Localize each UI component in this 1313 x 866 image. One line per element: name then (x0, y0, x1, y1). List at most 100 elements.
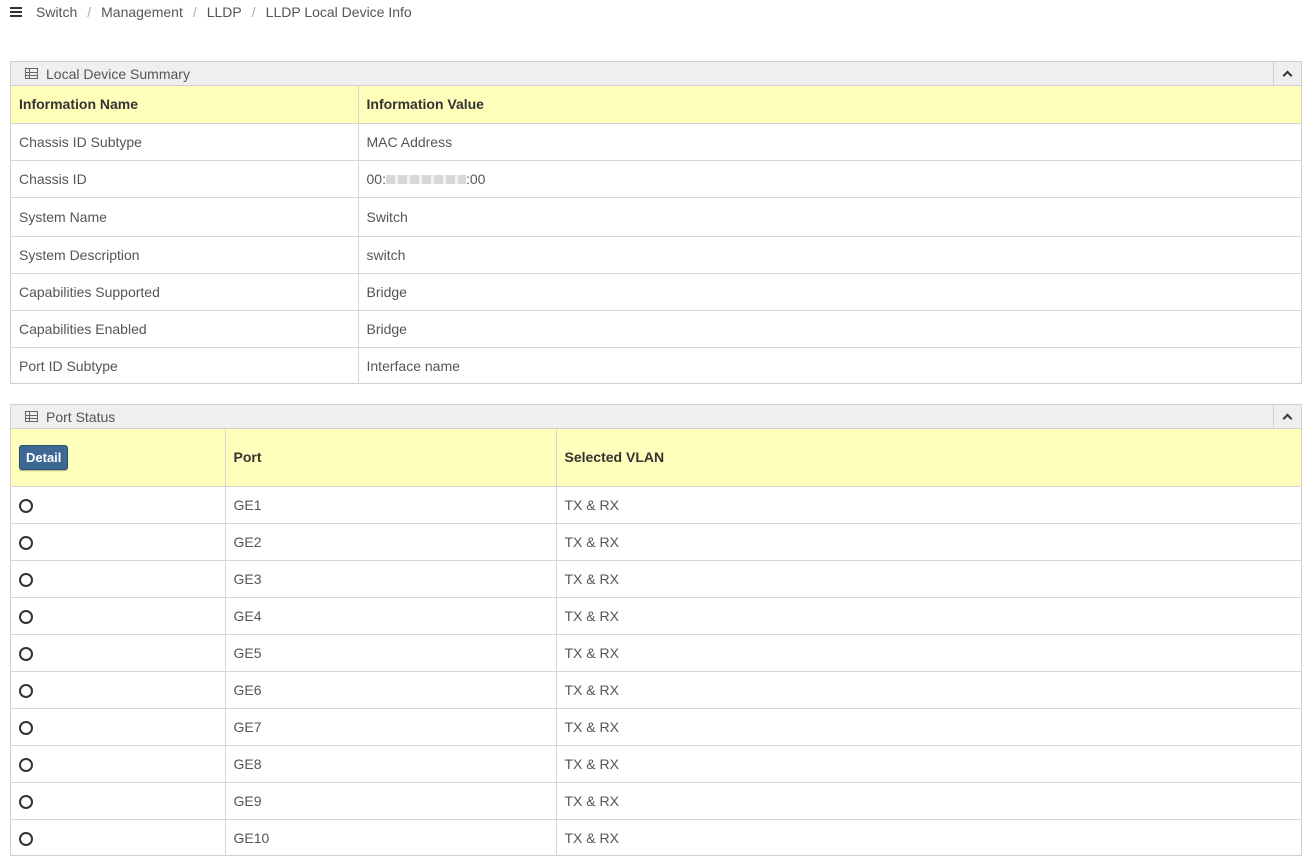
selected-vlan: TX & RX (556, 782, 1301, 820)
info-name: System Description (11, 236, 359, 274)
table-row: Capabilities Supported Bridge (11, 273, 1301, 311)
table-icon (25, 411, 38, 422)
select-cell (11, 597, 226, 635)
selected-vlan: TX & RX (556, 708, 1301, 746)
select-cell (11, 523, 226, 561)
port-radio[interactable] (19, 609, 33, 624)
selected-vlan: TX & RX (556, 523, 1301, 561)
select-cell (11, 671, 226, 709)
info-value: Interface name (366, 357, 460, 374)
info-name: System Name (11, 197, 359, 237)
table-row: Chassis ID 00: :00 (11, 160, 1301, 198)
breadcrumb-item-switch[interactable]: Switch (36, 4, 77, 20)
selected-vlan: TX & RX (556, 671, 1301, 709)
select-cell (11, 708, 226, 746)
port-name: GE6 (225, 671, 557, 709)
summary-table: Information Name Information Value Chass… (11, 86, 1301, 384)
chevron-up-icon (1282, 413, 1293, 424)
local-device-summary-panel: Local Device Summary Information Name In… (10, 61, 1302, 384)
port-name: GE10 (225, 819, 557, 856)
table-row: Capabilities Enabled Bridge (11, 310, 1301, 348)
collapse-button[interactable] (1273, 405, 1301, 428)
table-row: System Name Switch (11, 197, 1301, 237)
table-row: GE2 TX & RX (11, 523, 1301, 561)
table-row: GE4 TX & RX (11, 597, 1301, 635)
info-name: Chassis ID Subtype (11, 123, 359, 161)
port-radio[interactable] (19, 498, 33, 513)
breadcrumb-separator: / (251, 4, 256, 20)
table-row: GE7 TX & RX (11, 708, 1301, 746)
column-header-information-name: Information Name (11, 86, 359, 124)
port-radio[interactable] (19, 535, 33, 550)
table-row: GE6 TX & RX (11, 671, 1301, 709)
column-header-port: Port (225, 429, 557, 487)
info-name: Capabilities Enabled (11, 310, 359, 348)
port-radio[interactable] (19, 794, 33, 809)
table-row: Chassis ID Subtype MAC Address (11, 123, 1301, 161)
selected-vlan: TX & RX (556, 560, 1301, 598)
chevron-up-icon (1282, 70, 1293, 81)
info-name: Port ID Subtype (11, 347, 359, 384)
detail-column-header: Detail (11, 429, 226, 487)
table-row: GE9 TX & RX (11, 782, 1301, 820)
port-radio[interactable] (19, 831, 33, 846)
selected-vlan: TX & RX (556, 486, 1301, 524)
breadcrumb-separator: / (87, 4, 92, 20)
breadcrumb-item-lldp[interactable]: LLDP (207, 4, 242, 20)
table-row: GE1 TX & RX (11, 486, 1301, 524)
port-name: GE7 (225, 708, 557, 746)
breadcrumb-separator: / (192, 4, 197, 20)
port-status-table: Detail Port Selected VLAN GE1 TX & RX GE… (11, 429, 1301, 856)
port-name: GE1 (225, 486, 557, 524)
port-name: GE5 (225, 634, 557, 672)
redacted-value (385, 175, 466, 185)
select-cell (11, 819, 226, 856)
chassis-id-suffix: :00 (465, 170, 486, 187)
select-cell (11, 745, 226, 783)
detail-button[interactable]: Detail (19, 444, 69, 470)
table-row: Port ID Subtype Interface name (11, 347, 1301, 384)
selected-vlan: TX & RX (556, 634, 1301, 672)
table-row: GE5 TX & RX (11, 634, 1301, 672)
collapse-button[interactable] (1273, 62, 1301, 85)
selected-vlan: TX & RX (556, 745, 1301, 783)
info-name: Capabilities Supported (11, 273, 359, 311)
chassis-id-prefix: 00: (366, 170, 386, 187)
table-row: GE8 TX & RX (11, 745, 1301, 783)
port-name: GE8 (225, 745, 557, 783)
select-cell (11, 560, 226, 598)
panel-header: Port Status (11, 405, 1301, 429)
info-value: MAC Address (358, 123, 1301, 161)
port-name: GE4 (225, 597, 557, 635)
info-value: Bridge (358, 310, 1301, 348)
info-name: Chassis ID (11, 160, 359, 198)
info-value: Switch (358, 197, 1301, 237)
port-status-panel: Port Status Detail Port Selected VLAN GE… (10, 404, 1302, 856)
port-radio[interactable] (19, 572, 33, 587)
table-icon (25, 68, 38, 79)
panel-header: Local Device Summary (11, 62, 1301, 86)
select-cell (11, 782, 226, 820)
port-name: GE3 (225, 560, 557, 598)
selected-vlan: TX & RX (556, 597, 1301, 635)
select-cell (11, 486, 226, 524)
menu-icon[interactable] (10, 7, 22, 17)
port-radio[interactable] (19, 646, 33, 661)
port-radio[interactable] (19, 720, 33, 735)
breadcrumb-item-management[interactable]: Management (101, 4, 183, 20)
table-row: GE3 TX & RX (11, 560, 1301, 598)
port-radio[interactable] (19, 757, 33, 772)
table-row: GE10 TX & RX (11, 819, 1301, 856)
select-cell (11, 634, 226, 672)
selected-vlan: TX & RX (564, 829, 619, 846)
panel-title: Local Device Summary (46, 65, 190, 82)
column-header-selected-vlan: Selected VLAN (556, 429, 1301, 487)
info-value: switch (358, 236, 1301, 274)
port-radio[interactable] (19, 683, 33, 698)
column-header-information-value: Information Value (358, 86, 1301, 124)
info-value: 00: :00 (358, 160, 1301, 198)
port-name: GE2 (225, 523, 557, 561)
breadcrumb: Switch / Management / LLDP / LLDP Local … (10, 0, 412, 24)
panel-title: Port Status (46, 408, 116, 425)
info-value: Bridge (358, 273, 1301, 311)
